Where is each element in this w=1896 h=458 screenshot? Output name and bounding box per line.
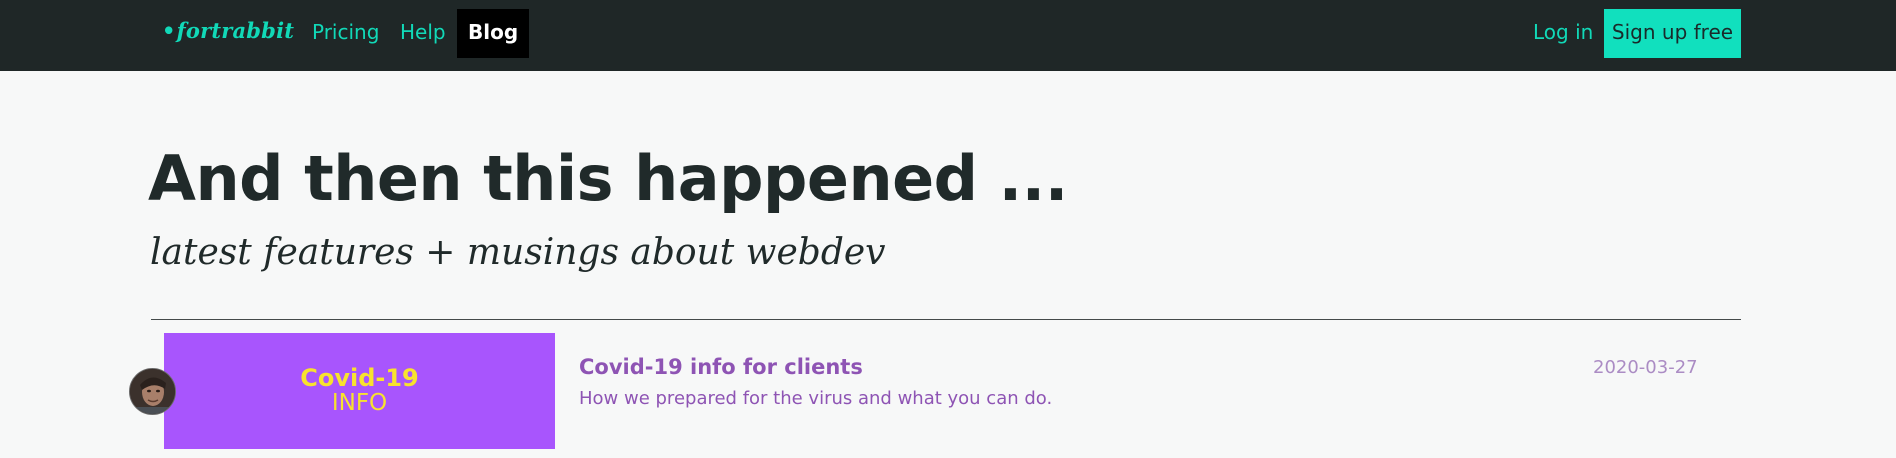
- thumbnail-title: Covid-19: [300, 364, 419, 392]
- nav-link-blog[interactable]: Blog: [457, 9, 530, 58]
- post-title-link[interactable]: Covid-19 info for clients: [579, 355, 863, 379]
- fortrabbit-logo[interactable]: •fortrabbit: [162, 18, 294, 43]
- author-avatar: [129, 368, 176, 415]
- post-excerpt: How we prepared for the virus and what y…: [579, 388, 1053, 409]
- page-subtitle: latest features + musings about webdev: [150, 232, 886, 273]
- nav-link-help[interactable]: Help: [400, 20, 446, 44]
- post-thumbnail[interactable]: Covid-19 INFO: [164, 333, 555, 449]
- logo-text: fortrabbit: [176, 18, 295, 43]
- post-date: 2020-03-27: [1593, 357, 1698, 378]
- author-photo-icon: [130, 369, 175, 414]
- top-navigation-bar: •fortrabbit Pricing Help Blog Log in Sig…: [0, 0, 1896, 71]
- logo-dot-icon: •: [162, 18, 176, 43]
- thumbnail-subtitle: INFO: [331, 390, 388, 416]
- nav-link-pricing[interactable]: Pricing: [312, 20, 379, 44]
- login-link[interactable]: Log in: [1533, 20, 1593, 44]
- signup-button[interactable]: Sign up free: [1604, 9, 1741, 58]
- page-title: And then this happened ...: [148, 142, 1068, 215]
- section-divider: [151, 319, 1741, 320]
